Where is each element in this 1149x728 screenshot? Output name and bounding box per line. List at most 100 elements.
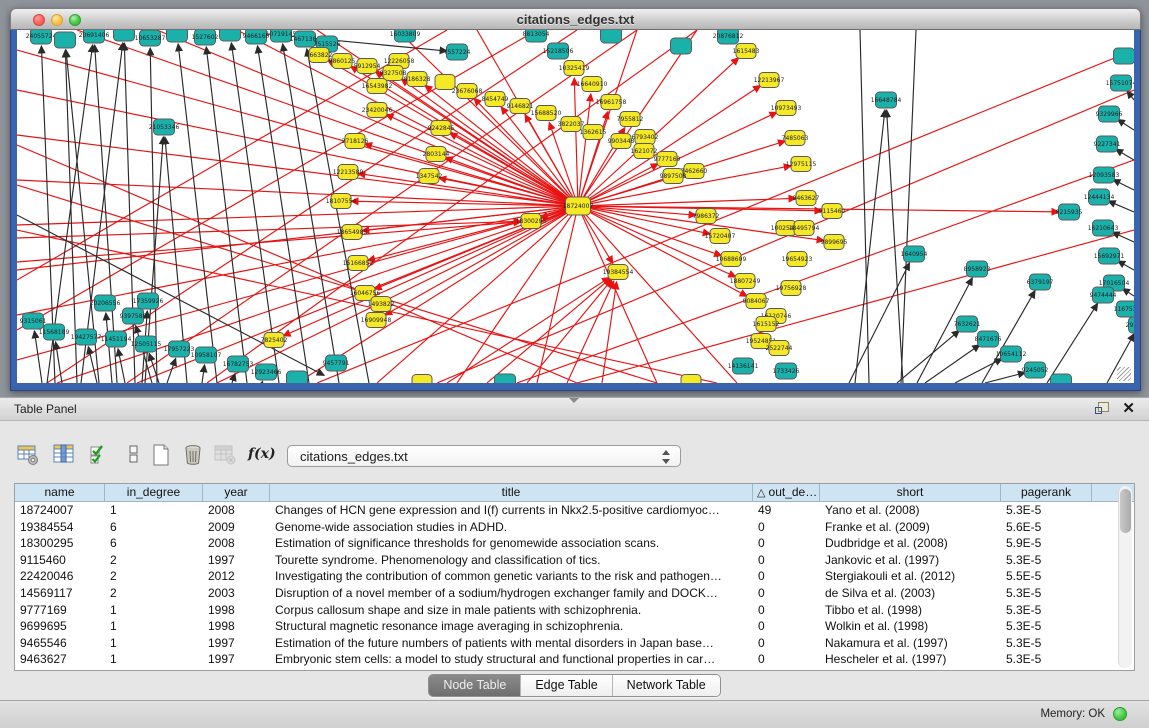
table-cell: 19384554 [15, 519, 105, 536]
table-row[interactable]: 1456911722003Disruption of a novel membe… [15, 585, 1134, 602]
graph-node-label: 21053346 [149, 124, 180, 131]
graph-node-label: 2803144 [423, 151, 450, 158]
graph-node[interactable] [114, 30, 135, 41]
graph-node-label: 16046756 [350, 290, 381, 297]
table-cell: 5.3E-5 [1001, 552, 1092, 569]
graph-node-label: 1621072 [631, 148, 658, 155]
graph-node-label: 10688609 [716, 256, 747, 263]
graph-node-label: 2718126 [342, 138, 369, 145]
table-cell: 6 [105, 535, 203, 552]
tab-node-table[interactable]: Node Table [429, 675, 521, 696]
row-options-icon[interactable] [122, 443, 146, 467]
graph-node-label: 1347542 [416, 173, 443, 180]
table-row[interactable]: 1872400712008Changes of HCN gene express… [15, 502, 1134, 519]
column-header-short[interactable]: short [820, 484, 1001, 501]
graph-node[interactable] [601, 30, 622, 43]
table-cell: Estimation of significance thresholds fo… [270, 535, 753, 552]
graph-node[interactable] [287, 371, 308, 383]
graph-node-label: 9329966 [1096, 111, 1123, 118]
graph-node-label: 23676068 [452, 88, 483, 95]
graph-node[interactable] [167, 30, 188, 42]
graph-edge [577, 230, 1134, 383]
window-titlebar[interactable]: citations_edges.txt [10, 8, 1141, 30]
graph-node-label: 1733426 [773, 368, 800, 375]
tab-edge-table[interactable]: Edge Table [521, 675, 612, 696]
table-row[interactable]: 1938455462009Genome-wide association stu… [15, 519, 1134, 536]
graph-node-label: 16909948 [361, 317, 392, 324]
table-cell: 0 [753, 651, 820, 668]
table-panel-header[interactable]: Table Panel ✕ [0, 397, 1149, 421]
table-row[interactable]: 911546021997Tourette syndrome. Phenomeno… [15, 552, 1134, 569]
resize-grip[interactable] [1117, 367, 1131, 381]
table-cell: 1998 [203, 618, 270, 635]
float-panel-icon[interactable] [1095, 402, 1109, 415]
graph-node-label: 1615152 [753, 321, 780, 328]
table-cell: 2 [105, 585, 203, 602]
graph-node[interactable] [1051, 374, 1072, 383]
scrollbar-thumb[interactable] [1120, 489, 1131, 533]
graph-node-label: 17016504 [1099, 280, 1130, 287]
graph-node-label: 7955812 [617, 116, 644, 123]
graph-node-label: 9463627 [793, 195, 820, 202]
graph-node[interactable] [495, 374, 516, 383]
tab-network-table[interactable]: Network Table [613, 675, 720, 696]
graph-node-label: 8958923 [964, 266, 991, 273]
graph-edge [217, 206, 578, 383]
column-header-title[interactable]: title [270, 484, 753, 501]
table-row[interactable]: 2242004622012Investigating the contribut… [15, 568, 1134, 585]
graph-node-label: 12923466 [251, 369, 282, 376]
table-cell: 5.3E-5 [1001, 635, 1092, 652]
graph-node-label: 15751074 [1106, 80, 1134, 87]
graph-edge [307, 49, 369, 383]
graph-node-label: 12093583 [1089, 172, 1120, 179]
graph-node[interactable] [681, 375, 701, 384]
column-chooser-icon[interactable] [52, 443, 76, 467]
table-row[interactable]: 946362711997Embryonic stem cells: a mode… [15, 651, 1134, 668]
graph-node-label: 9777169 [654, 156, 681, 163]
graph-node-label: 7632621 [954, 321, 981, 328]
graph-node-label: 16033809 [390, 31, 421, 38]
graph-node[interactable] [412, 375, 432, 384]
table-cell: Corpus callosum shape and size in male p… [270, 602, 753, 619]
table-row[interactable]: 1830029562008Estimation of significance … [15, 535, 1134, 552]
graph-edge [527, 280, 612, 383]
table-row[interactable]: 969969511998Structural magnetic resonanc… [15, 618, 1134, 635]
column-header-pagerank[interactable]: pagerank [1001, 484, 1092, 501]
column-header-name[interactable]: name [15, 484, 105, 501]
select-columns-icon[interactable] [88, 443, 112, 467]
graph-edge [124, 43, 135, 383]
table-row[interactable]: 946554611997Estimation of the future num… [15, 635, 1134, 652]
network-graph-canvas[interactable]: 2405572420691406106532871527602946616010… [17, 30, 1134, 383]
table-settings-icon[interactable] [16, 443, 40, 467]
table-cell: 18724007 [15, 502, 105, 519]
table-cell: 1997 [203, 651, 270, 668]
splitter-handle-icon[interactable] [569, 398, 579, 403]
column-header-out_de[interactable]: △ out_de… [753, 484, 820, 501]
graph-node-label: 19427577 [71, 334, 102, 341]
graph-node-label: 1640954 [901, 251, 928, 258]
column-header-year[interactable]: year [203, 484, 270, 501]
graph-edge [897, 330, 959, 383]
graph-edge [1117, 119, 1134, 130]
graph-edge [1113, 179, 1134, 190]
graph-node[interactable] [1114, 48, 1135, 64]
graph-node-label: 10653287 [135, 35, 166, 42]
column-header-in_degree[interactable]: in_degree [105, 484, 203, 501]
table-cell: Dudbridge et al. (2008) [820, 535, 1001, 552]
graph-node[interactable] [55, 32, 76, 48]
table-cell: 1997 [203, 635, 270, 652]
delete-icon[interactable] [181, 443, 205, 467]
vertical-scrollbar[interactable] [1118, 486, 1132, 668]
graph-edge [258, 46, 309, 383]
table-panel: Table Panel ✕ f(x) citations_edges.txt [0, 397, 1149, 700]
table-cell: 0 [753, 552, 820, 569]
table-row[interactable]: 977716911998Corpus callosum shape and si… [15, 602, 1134, 619]
table-selector-dropdown[interactable]: citations_edges.txt [287, 445, 681, 467]
graph-node[interactable] [220, 30, 241, 41]
function-builder-icon[interactable]: f(x) [248, 446, 272, 470]
graph-node-label: 1362615 [580, 129, 607, 136]
graph-node-label: 6379197 [1027, 279, 1054, 286]
new-table-icon[interactable] [149, 443, 173, 467]
graph-node[interactable] [671, 38, 692, 54]
close-panel-icon[interactable]: ✕ [1122, 400, 1135, 418]
